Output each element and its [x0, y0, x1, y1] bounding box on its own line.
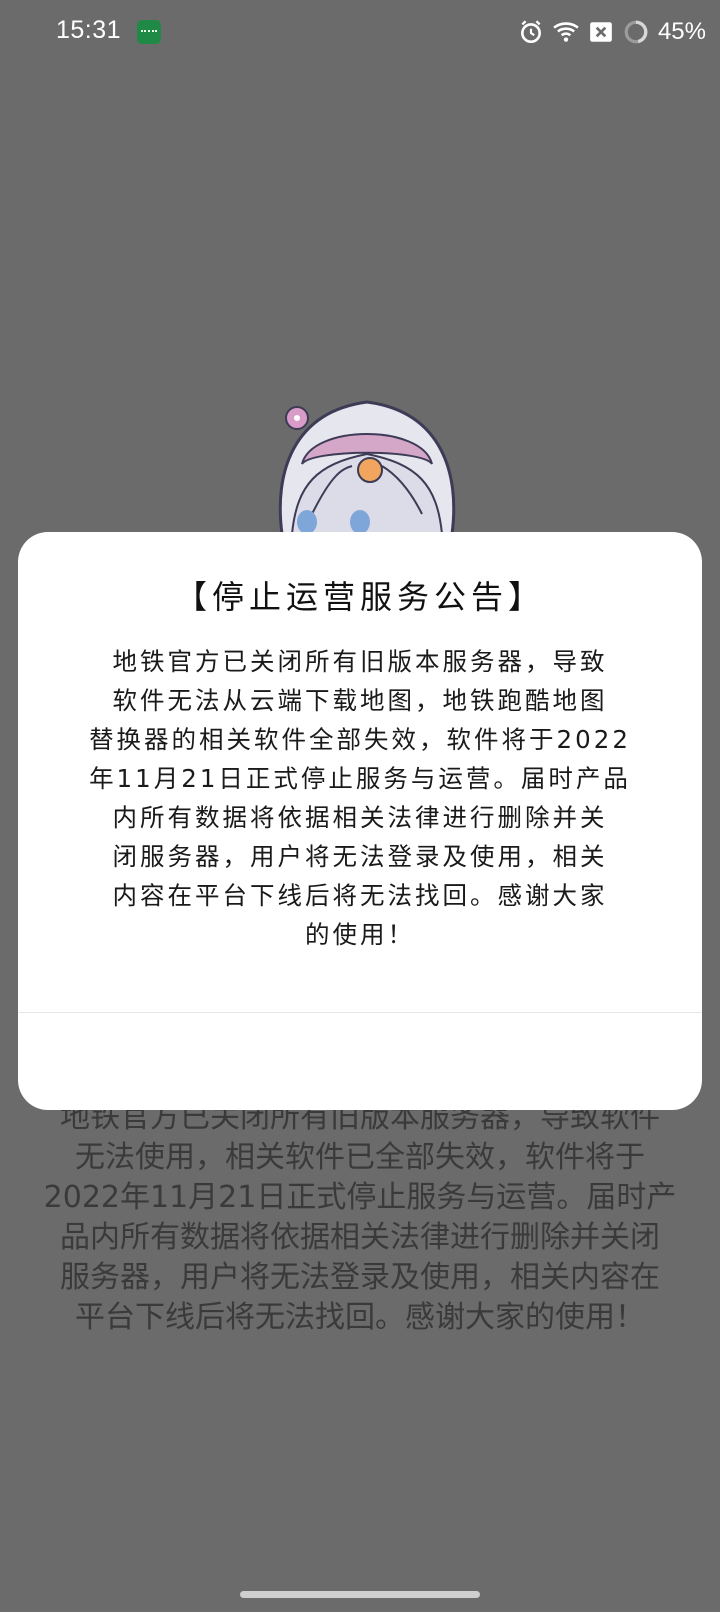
- background-text-line: 平台下线后将无法找回。感谢大家的使用！: [75, 1300, 645, 1335]
- battery-percent: 45%: [657, 18, 706, 45]
- no-sim-icon: [590, 22, 612, 42]
- dialog-body-line: 闭服务器，用户将无法登录及使用，相关: [112, 842, 608, 871]
- announcement-dialog: 【停止运营服务公告】 地铁官方已关闭所有旧版本服务器，导致 软件无法从云端下载地…: [18, 532, 702, 1110]
- background-text-line: 无法使用，相关软件已全部失效，软件将于: [75, 1140, 645, 1175]
- app-notification-icon: [137, 20, 161, 44]
- status-bar: 15:31 45%: [0, 0, 720, 66]
- alarm-icon: [520, 20, 541, 44]
- dialog-body-line: 软件无法从云端下载地图，地铁跑酷地图: [112, 686, 608, 715]
- dialog-body-line: 替换器的相关软件全部失效，软件将于2022: [89, 725, 631, 754]
- dialog-body-line: 的使用！: [305, 920, 415, 949]
- background-notice-text: 地铁官方已关闭所有旧版本服务器，导致软件 无法使用，相关软件已全部失效，软件将于…: [0, 1098, 720, 1338]
- battery-icon: [624, 20, 648, 44]
- status-icons: 45%: [518, 14, 706, 50]
- status-time: 15:31: [56, 16, 122, 44]
- dialog-body-line: 内容在平台下线后将无法找回。感谢大家: [112, 881, 608, 910]
- dialog-body-line: 年11月21日正式停止服务与运营。届时产品: [89, 764, 631, 793]
- dialog-title: 【停止运营服务公告】: [174, 578, 545, 616]
- dialog-body-line: 地铁官方已关闭所有旧版本服务器，导致: [112, 647, 608, 676]
- background-text-line: 品内所有数据将依据相关法律进行删除并关闭: [60, 1220, 660, 1255]
- dialog-action-area[interactable]: [18, 1013, 702, 1110]
- wifi-icon: [553, 22, 579, 42]
- background-text-line: 服务器，用户将无法登录及使用，相关内容在: [60, 1260, 660, 1295]
- background-text-line: 2022年11月21日正式停止服务与运营。届时产: [43, 1180, 677, 1215]
- dialog-body-line: 内所有数据将依据相关法律进行删除并关: [112, 803, 608, 832]
- anime-mascot-image: [272, 394, 462, 534]
- home-indicator[interactable]: [240, 1591, 480, 1598]
- dialog-body: 地铁官方已关闭所有旧版本服务器，导致 软件无法从云端下载地图，地铁跑酷地图 替换…: [58, 642, 662, 954]
